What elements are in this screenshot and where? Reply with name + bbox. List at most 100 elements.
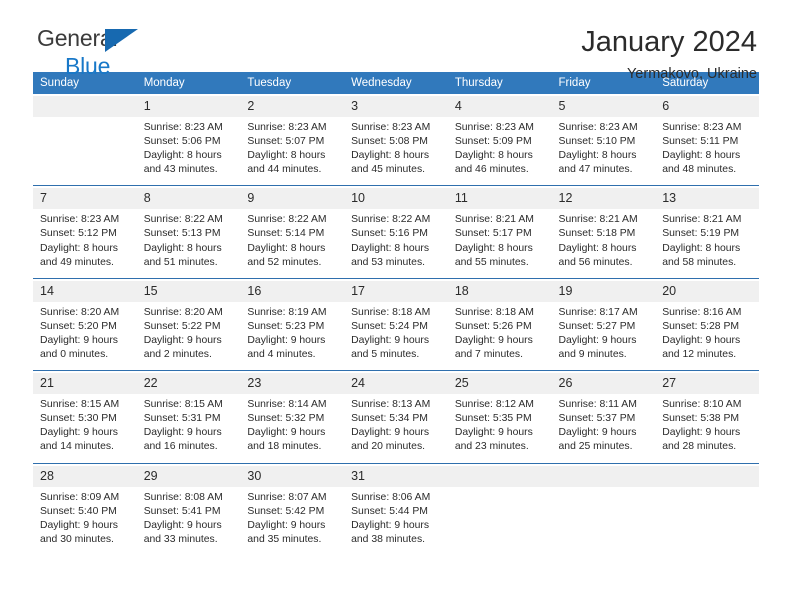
day-cell[interactable]: Sunrise: 8:22 AM Sunset: 5:13 PM Daylight:… (136, 209, 241, 279)
sunrise-text: Sunrise: 8:19 AM (247, 306, 327, 318)
day-number[interactable]: 3 (344, 96, 448, 117)
sunrise-text: Sunrise: 8:23 AM (40, 214, 120, 226)
day-number[interactable]: 21 (33, 373, 137, 395)
day-number[interactable]: 20 (655, 280, 759, 302)
daylight-text-line2: and 46 minutes. (454, 164, 529, 176)
day-number[interactable]: 14 (33, 280, 137, 302)
day-number-empty (33, 96, 137, 117)
sunset-text: Sunset: 5:07 PM (247, 136, 325, 148)
brand-logo[interactable]: General Blue (33, 27, 138, 78)
day-number[interactable]: 19 (551, 280, 656, 302)
day-cell[interactable]: Sunrise: 8:23 AM Sunset: 5:10 PM Daylight:… (551, 117, 656, 186)
day-cell[interactable]: Sunrise: 8:18 AM Sunset: 5:26 PM Daylight:… (447, 301, 552, 371)
day-number[interactable]: 8 (136, 188, 241, 210)
sunrise-text: Sunrise: 8:23 AM (143, 122, 223, 133)
weekday-header-monday: Monday (136, 72, 241, 94)
day-number[interactable]: 5 (551, 96, 656, 117)
daylight-text-line1: Daylight: 9 hours (247, 519, 326, 531)
daylight-text-line2: and 52 minutes. (247, 256, 322, 268)
sunrise-text: Sunrise: 8:20 AM (143, 306, 223, 318)
daylight-text-line2: and 20 minutes. (351, 441, 426, 453)
day-cell[interactable]: Sunrise: 8:10 AM Sunset: 5:38 PM Daylight:… (655, 394, 759, 463)
day-cell[interactable]: Sunrise: 8:16 AM Sunset: 5:28 PM Daylight:… (655, 301, 759, 371)
daylight-text-line1: Daylight: 9 hours (40, 519, 118, 531)
daylight-text-line1: Daylight: 9 hours (351, 334, 430, 346)
day-number[interactable]: 17 (344, 280, 448, 302)
day-cell[interactable]: Sunrise: 8:21 AM Sunset: 5:17 PM Daylight:… (447, 209, 552, 279)
day-number[interactable]: 12 (551, 188, 656, 210)
day-number[interactable]: 2 (240, 96, 345, 117)
day-cell[interactable]: Sunrise: 8:20 AM Sunset: 5:20 PM Daylight:… (33, 301, 137, 371)
day-number[interactable]: 9 (240, 188, 345, 210)
sunrise-text: Sunrise: 8:22 AM (247, 214, 327, 226)
daylight-text-line2: and 49 minutes. (40, 256, 114, 268)
day-number[interactable]: 18 (447, 280, 552, 302)
day-cell[interactable]: Sunrise: 8:15 AM Sunset: 5:31 PM Daylight:… (136, 394, 241, 463)
sunset-text: Sunset: 5:38 PM (662, 413, 740, 425)
sunset-text: Sunset: 5:12 PM (40, 228, 117, 240)
sunset-text: Sunset: 5:20 PM (40, 320, 117, 332)
day-cell[interactable]: Sunrise: 8:12 AM Sunset: 5:35 PM Daylight:… (447, 394, 552, 463)
daylight-text-line2: and 23 minutes. (454, 441, 529, 453)
sunrise-text: Sunrise: 8:16 AM (662, 306, 742, 318)
day-cell[interactable]: Sunrise: 8:11 AM Sunset: 5:37 PM Daylight:… (551, 394, 656, 463)
day-cell[interactable]: Sunrise: 8:23 AM Sunset: 5:07 PM Daylight:… (240, 117, 345, 186)
day-cell[interactable]: Sunrise: 8:21 AM Sunset: 5:18 PM Daylight:… (551, 209, 656, 279)
day-number[interactable]: 23 (240, 373, 345, 395)
day-number[interactable]: 22 (136, 373, 241, 395)
day-cell[interactable]: Sunrise: 8:07 AM Sunset: 5:42 PM Daylight:… (240, 486, 345, 555)
day-number[interactable]: 15 (136, 280, 241, 302)
day-cell[interactable]: Sunrise: 8:08 AM Sunset: 5:41 PM Daylight:… (136, 486, 241, 555)
day-number[interactable]: 30 (240, 465, 345, 487)
sunset-text: Sunset: 5:23 PM (247, 320, 325, 332)
day-number[interactable]: 25 (447, 373, 552, 395)
sunrise-text: Sunrise: 8:15 AM (143, 399, 223, 411)
day-number[interactable]: 27 (655, 373, 759, 395)
day-number[interactable]: 4 (447, 96, 552, 117)
day-cell[interactable]: Sunrise: 8:18 AM Sunset: 5:24 PM Daylight:… (344, 301, 448, 371)
day-cell[interactable]: Sunrise: 8:20 AM Sunset: 5:22 PM Daylight:… (136, 301, 241, 371)
day-cell[interactable]: Sunrise: 8:15 AM Sunset: 5:30 PM Daylight:… (33, 394, 137, 463)
daylight-text-line1: Daylight: 9 hours (454, 427, 533, 439)
day-cell[interactable]: Sunrise: 8:17 AM Sunset: 5:27 PM Daylight:… (551, 301, 656, 371)
day-number[interactable]: 26 (551, 373, 656, 395)
daylight-text-line2: and 18 minutes. (247, 441, 322, 453)
day-cell[interactable]: Sunrise: 8:23 AM Sunset: 5:09 PM Daylight:… (447, 117, 552, 186)
day-number[interactable]: 24 (344, 373, 448, 395)
sunset-text: Sunset: 5:37 PM (558, 413, 636, 425)
day-cell[interactable]: Sunrise: 8:23 AM Sunset: 5:06 PM Daylight:… (136, 117, 241, 186)
day-cell[interactable]: Sunrise: 8:22 AM Sunset: 5:14 PM Daylight:… (240, 209, 345, 279)
day-number[interactable]: 1 (136, 96, 241, 117)
day-number[interactable]: 11 (447, 188, 552, 210)
daylight-text-line1: Daylight: 8 hours (143, 242, 222, 254)
sunrise-text: Sunrise: 8:06 AM (351, 491, 431, 503)
sunrise-text: Sunrise: 8:18 AM (351, 306, 431, 318)
day-number[interactable]: 29 (136, 465, 241, 487)
sunrise-text: Sunrise: 8:14 AM (247, 399, 327, 411)
day-cell[interactable]: Sunrise: 8:23 AM Sunset: 5:12 PM Daylight:… (33, 209, 137, 279)
day-cell[interactable]: Sunrise: 8:06 AM Sunset: 5:44 PM Daylight:… (344, 486, 448, 555)
sunrise-text: Sunrise: 8:15 AM (40, 399, 120, 411)
day-cell[interactable]: Sunrise: 8:13 AM Sunset: 5:34 PM Daylight:… (344, 394, 448, 463)
daylight-text-line1: Daylight: 8 hours (143, 150, 222, 162)
day-number[interactable]: 28 (33, 465, 137, 487)
day-number[interactable]: 6 (655, 96, 759, 117)
day-cell[interactable]: Sunrise: 8:23 AM Sunset: 5:08 PM Daylight:… (344, 117, 448, 186)
weekday-header-wednesday: Wednesday (344, 72, 448, 94)
day-number[interactable]: 13 (655, 188, 759, 210)
day-cell[interactable]: Sunrise: 8:14 AM Sunset: 5:32 PM Daylight:… (240, 394, 345, 463)
day-cell[interactable]: Sunrise: 8:23 AM Sunset: 5:11 PM Daylight:… (655, 117, 759, 186)
day-cell[interactable]: Sunrise: 8:22 AM Sunset: 5:16 PM Daylight:… (344, 209, 448, 279)
day-number[interactable]: 31 (344, 465, 448, 487)
daylight-text-line2: and 35 minutes. (247, 533, 322, 545)
day-cell[interactable]: Sunrise: 8:09 AM Sunset: 5:40 PM Daylight:… (33, 486, 137, 555)
daylight-text-line2: and 48 minutes. (662, 164, 737, 176)
day-cell[interactable]: Sunrise: 8:19 AM Sunset: 5:23 PM Daylight:… (240, 301, 345, 371)
day-cell[interactable]: Sunrise: 8:21 AM Sunset: 5:19 PM Daylight:… (655, 209, 759, 279)
sunset-text: Sunset: 5:19 PM (662, 228, 740, 240)
daylight-text-line2: and 12 minutes. (662, 349, 737, 361)
sunset-text: Sunset: 5:14 PM (247, 228, 325, 240)
day-number[interactable]: 10 (344, 188, 448, 210)
day-number[interactable]: 7 (33, 188, 137, 210)
day-number[interactable]: 16 (240, 280, 345, 302)
